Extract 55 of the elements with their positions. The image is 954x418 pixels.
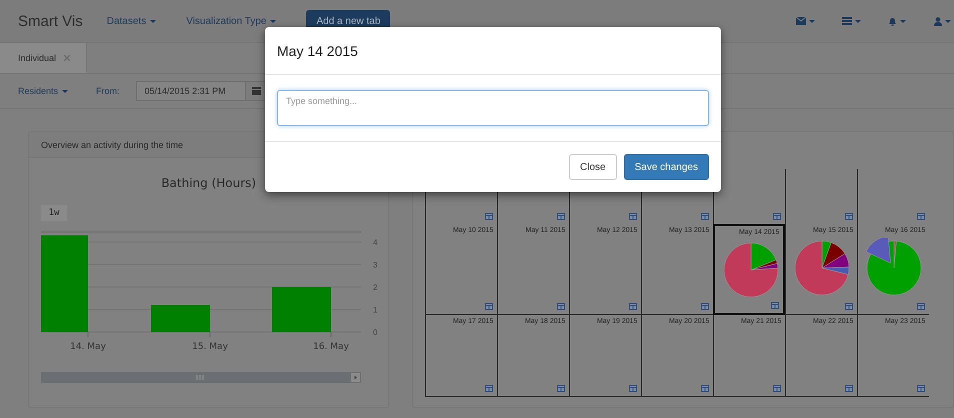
table-icon[interactable]: [845, 303, 854, 310]
mail-icon: [796, 17, 806, 25]
list-icon: [842, 17, 852, 25]
nav-dropdown[interactable]: Visualization Type: [186, 16, 276, 26]
user-icon: [934, 16, 942, 26]
save-button[interactable]: Save changes: [624, 154, 709, 180]
table-icon[interactable]: [557, 385, 566, 392]
x-tick-label: 15. May: [192, 342, 228, 352]
range-button[interactable]: 1w: [41, 205, 67, 221]
table-icon[interactable]: [629, 385, 638, 392]
table-icon[interactable]: [629, 303, 638, 310]
table-icon[interactable]: [773, 385, 782, 392]
residents-dropdown[interactable]: Residents: [18, 86, 68, 96]
table-icon[interactable]: [485, 385, 494, 392]
app-brand[interactable]: Smart Vis: [18, 12, 83, 30]
note-field[interactable]: Type something...: [277, 90, 709, 126]
y-tick-label: 2: [373, 283, 378, 292]
table-icon[interactable]: [917, 213, 926, 220]
table-icon[interactable]: [773, 213, 782, 220]
nav-icon-dropdown[interactable]: [888, 16, 908, 26]
x-tick-label: 14. May: [70, 342, 106, 352]
table-icon[interactable]: [845, 385, 854, 392]
table-icon[interactable]: [557, 303, 566, 310]
table-icon[interactable]: [557, 213, 566, 220]
y-tick-label: 3: [373, 260, 378, 270]
nav-dropdown[interactable]: Datasets: [106, 16, 156, 26]
table-icon[interactable]: [485, 213, 494, 220]
table-icon[interactable]: [917, 385, 926, 392]
chart-title: Bathing (Hours): [161, 176, 256, 190]
table-icon[interactable]: [701, 303, 710, 310]
date-field[interactable]: 05/14/2015 2:31 PM: [136, 81, 246, 101]
dialog-title: May 14 2015: [277, 42, 358, 58]
bar: [151, 305, 210, 332]
panel-heading: Overview an activity during the time: [41, 140, 184, 150]
table-icon[interactable]: [771, 302, 780, 309]
range-scrollbar[interactable]: [41, 372, 361, 383]
table-icon[interactable]: [845, 213, 854, 220]
table-icon[interactable]: [917, 303, 926, 310]
bar: [272, 287, 331, 332]
table-icon[interactable]: [629, 213, 638, 220]
x-tick-label: 16. May: [313, 342, 349, 352]
table-icon[interactable]: [701, 385, 710, 392]
bell-icon: [888, 16, 897, 26]
y-tick-label: 1: [373, 306, 378, 314]
tab[interactable]: Individual: [0, 43, 88, 73]
from-label: From:: [96, 86, 120, 96]
nav-icon-dropdown[interactable]: [842, 16, 862, 26]
nav-icon-dropdown[interactable]: [796, 16, 816, 26]
close-icon[interactable]: [64, 54, 70, 60]
calendar-icon: [252, 87, 261, 95]
y-tick-label: 0: [373, 328, 378, 337]
table-icon[interactable]: [485, 303, 494, 310]
table-icon[interactable]: [701, 213, 710, 220]
close-button[interactable]: Close: [569, 154, 617, 180]
y-tick-label: 4: [373, 238, 378, 247]
